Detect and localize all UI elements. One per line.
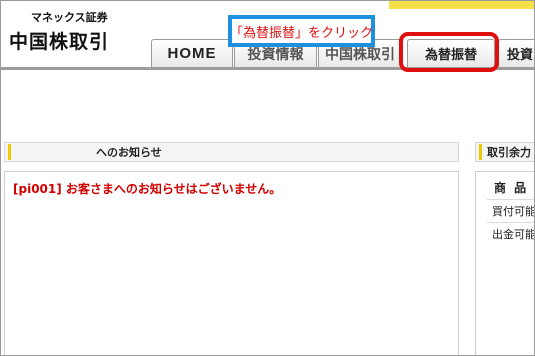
balance-panel-title: 取引余力 (475, 142, 534, 162)
header-accent-stripe (389, 1, 534, 9)
notice-panel-title-text: へのお知らせ (96, 146, 162, 159)
tab-home[interactable]: HOME (151, 39, 233, 67)
logo-title: 中国株取引 (9, 31, 110, 53)
balance-row-withdrawable: 出金可能額 (487, 222, 534, 241)
notice-panel: [pi001] お客さまへのお知らせはございません。 (4, 171, 459, 355)
balance-row-buying-power: 買付可能額 (487, 199, 534, 218)
instruction-callout: 「為替振替」をクリック (228, 15, 375, 47)
logo-brand: マネックス証券 (31, 11, 108, 24)
balance-panel-title-text: 取引余力 (487, 146, 531, 159)
tab-invest[interactable]: 投資 (498, 39, 534, 67)
fx-transfer-highlight (399, 32, 499, 72)
title-marker (479, 144, 482, 160)
title-marker (8, 144, 11, 160)
app-window: マネックス証券 中国株取引 HOME 投資情報 中国株取引 為替振替 投資 「為… (0, 0, 535, 356)
notice-message: [pi001] お客さまへのお知らせはございません。 (13, 182, 282, 196)
notice-panel-title: へのお知らせ (4, 142, 459, 162)
product-header: 商 品 (494, 181, 529, 195)
